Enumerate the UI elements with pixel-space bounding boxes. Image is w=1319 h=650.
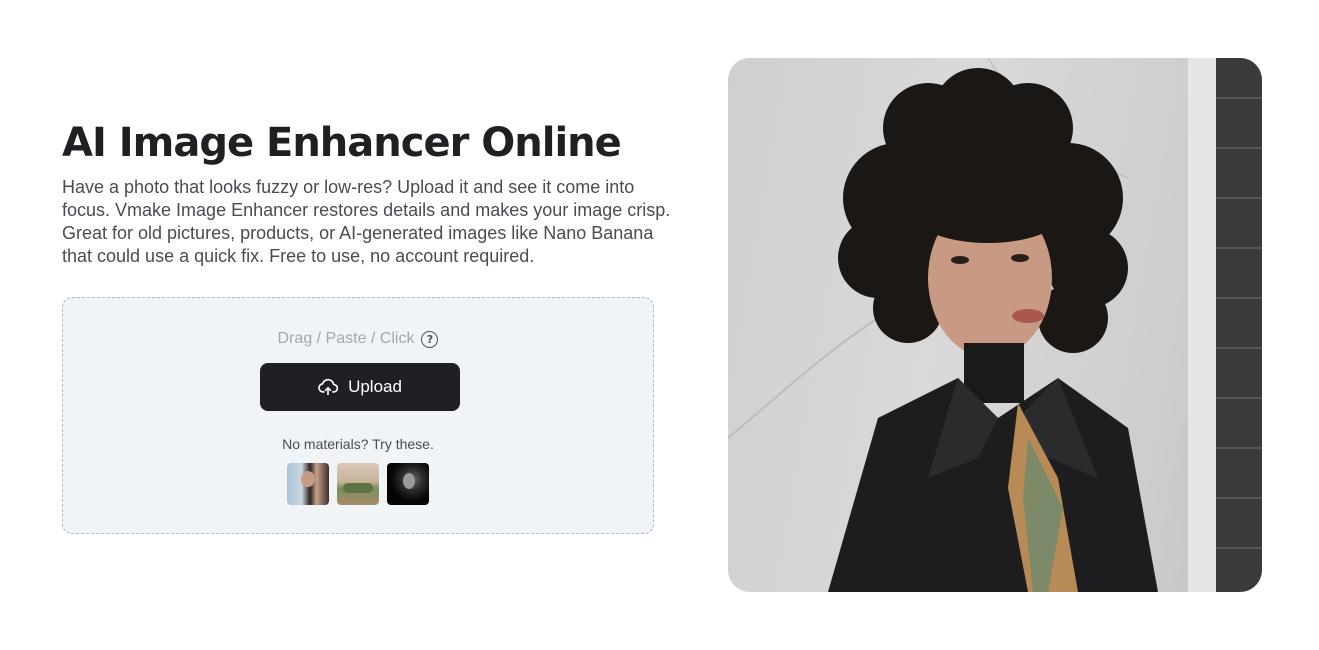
sample-images: [63, 463, 653, 505]
cloud-upload-icon: [318, 378, 339, 396]
samples-label: No materials? Try these.: [282, 436, 434, 452]
sample-thumbnail-portrait[interactable]: [287, 463, 329, 505]
upload-label: Upload: [348, 377, 402, 396]
upload-button[interactable]: Upload: [260, 363, 460, 411]
dropzone-hint: Drag / Paste / Click: [277, 330, 415, 347]
page-description: Have a photo that looks fuzzy or low-res…: [62, 177, 671, 266]
sample-thumbnail-interior[interactable]: [337, 463, 379, 505]
hero-text: AI Image Enhancer Online Have a photo th…: [62, 118, 672, 268]
page: AI Image Enhancer Online Have a photo th…: [0, 0, 1319, 650]
question-circle-icon[interactable]: ?: [421, 330, 439, 348]
hero-image: [728, 58, 1262, 592]
sample-thumbnail-bw-portrait[interactable]: [387, 463, 429, 505]
dropzone-hint-row: Drag / Paste / Click ?: [63, 330, 653, 348]
upload-dropzone[interactable]: Drag / Paste / Click ? Upload No materia…: [62, 297, 654, 534]
page-title: AI Image Enhancer Online: [62, 120, 622, 166]
